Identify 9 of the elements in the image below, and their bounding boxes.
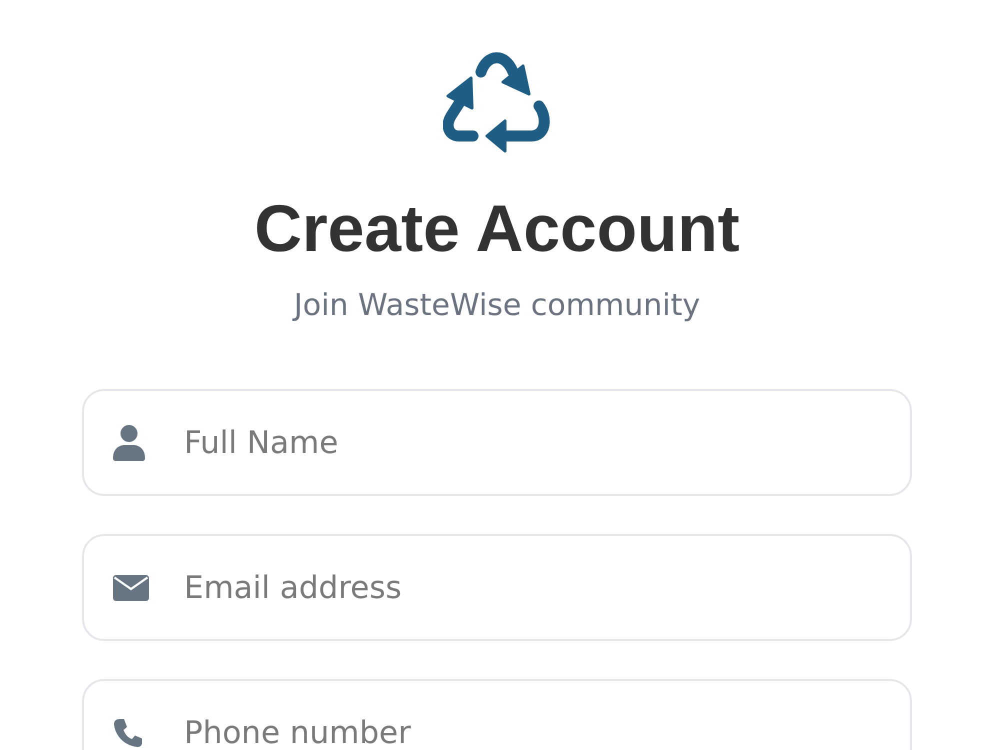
envelope-icon bbox=[113, 574, 149, 600]
phone-field[interactable]: Phone number bbox=[82, 679, 912, 750]
page-title: Create Account bbox=[254, 190, 740, 267]
phone-icon bbox=[113, 718, 143, 748]
recycle-icon bbox=[443, 50, 551, 155]
page-subtitle: Join WasteWise community bbox=[294, 288, 700, 324]
email-field[interactable]: Email address bbox=[82, 534, 912, 641]
person-icon bbox=[113, 424, 145, 460]
name-field[interactable]: Full Name bbox=[82, 389, 912, 496]
